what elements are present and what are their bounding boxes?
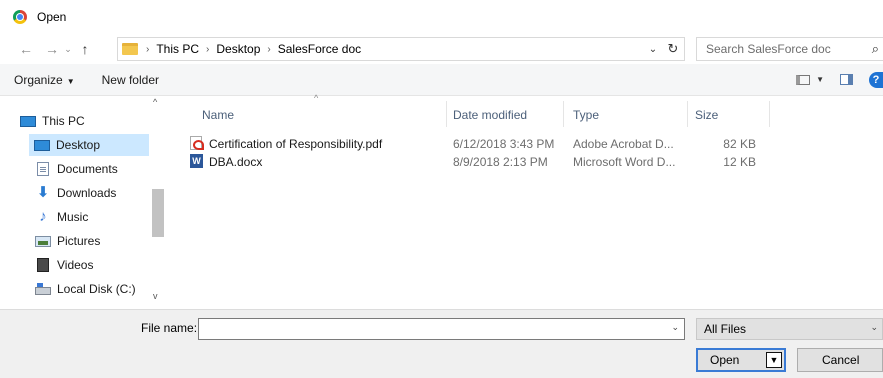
dialog-footer: File name: ⌄ All Files ⌄ Open ▼ Cancel bbox=[0, 309, 883, 378]
cancel-button[interactable]: Cancel bbox=[797, 348, 883, 372]
breadcrumb-salesforce-doc[interactable]: SalesForce doc bbox=[278, 42, 361, 56]
cancel-button-label: Cancel bbox=[822, 353, 860, 367]
search-box[interactable]: Search SalesForce doc ⌕ bbox=[696, 37, 883, 61]
breadcrumb-separator[interactable]: › bbox=[206, 44, 209, 55]
documents-icon bbox=[37, 162, 49, 176]
downloads-icon: ⬇ bbox=[36, 184, 50, 201]
view-options-caret-icon[interactable]: ▼ bbox=[816, 75, 824, 84]
sidebar-item-downloads[interactable]: ⬇ Downloads bbox=[35, 182, 167, 204]
sidebar-item-label: Pictures bbox=[57, 234, 101, 248]
column-header-type[interactable]: Type bbox=[573, 108, 599, 122]
sidebar-item-this-pc[interactable]: This PC bbox=[20, 110, 152, 132]
file-name: DBA.docx bbox=[209, 155, 263, 169]
scroll-down-arrow-icon[interactable]: v bbox=[153, 291, 158, 301]
new-folder-button[interactable]: New folder bbox=[102, 73, 159, 87]
column-divider[interactable] bbox=[687, 101, 688, 127]
file-name-dropdown-chevron-icon[interactable]: ⌄ bbox=[671, 322, 679, 333]
pictures-icon bbox=[35, 235, 51, 247]
breadcrumb-desktop[interactable]: Desktop bbox=[216, 42, 260, 56]
sidebar-item-label: Downloads bbox=[57, 186, 117, 200]
sidebar-item-label: Videos bbox=[57, 258, 94, 272]
file-size: 82 KB bbox=[723, 137, 756, 151]
sidebar-item-label: Local Disk (C:) bbox=[57, 282, 136, 296]
file-date: 6/12/2018 3:43 PM bbox=[453, 137, 555, 151]
file-row[interactable]: Certification of Responsibility.pdf 6/12… bbox=[184, 135, 784, 153]
back-arrow-icon[interactable]: ← bbox=[16, 41, 36, 57]
search-placeholder[interactable]: Search SalesForce doc bbox=[697, 42, 831, 56]
sidebar-item-label: Documents bbox=[57, 162, 118, 176]
music-icon: ♪ bbox=[39, 208, 47, 225]
desktop-icon bbox=[34, 139, 50, 151]
file-type-select[interactable]: All Files ⌄ bbox=[696, 318, 883, 340]
column-header-name[interactable]: Name bbox=[202, 108, 234, 122]
organize-caret-icon: ▼ bbox=[66, 76, 75, 86]
file-type: Microsoft Word D... bbox=[573, 155, 676, 169]
open-button[interactable]: Open ▼ bbox=[696, 348, 786, 372]
address-row: ← → ⌄ ↑ › This PC › Desktop › SalesForce… bbox=[0, 34, 883, 64]
pdf-file-icon bbox=[190, 136, 204, 150]
file-list: ^ Name Date modified Type Size Certifica… bbox=[166, 93, 883, 309]
file-name-combobox[interactable]: ⌄ bbox=[198, 318, 685, 340]
breadcrumb-separator: › bbox=[146, 43, 150, 55]
search-icon[interactable]: ⌕ bbox=[872, 41, 879, 57]
chrome-icon bbox=[13, 10, 27, 24]
scrollbar-thumb[interactable] bbox=[152, 189, 164, 237]
window-title: Open bbox=[37, 10, 67, 24]
sidebar-item-desktop[interactable]: Desktop bbox=[29, 134, 149, 156]
open-button-label: Open bbox=[710, 353, 740, 367]
open-options-caret-icon[interactable]: ▼ bbox=[766, 352, 782, 368]
scroll-up-arrow-icon[interactable]: ^ bbox=[153, 97, 157, 107]
file-name: Certification of Responsibility.pdf bbox=[209, 137, 383, 151]
column-divider[interactable] bbox=[563, 101, 564, 127]
refresh-icon[interactable]: ↻ bbox=[662, 41, 684, 57]
sidebar-item-label: This PC bbox=[42, 114, 85, 128]
sidebar-item-music[interactable]: ♪ Music bbox=[35, 206, 167, 228]
navigation-scrollbar[interactable]: ^ v bbox=[150, 97, 166, 309]
file-row[interactable]: W DBA.docx 8/9/2018 2:13 PM Microsoft Wo… bbox=[184, 153, 784, 171]
word-file-icon: W bbox=[190, 154, 203, 168]
sort-ascending-icon: ^ bbox=[314, 93, 319, 103]
change-view-icon[interactable] bbox=[796, 74, 811, 85]
address-bar[interactable]: › This PC › Desktop › SalesForce doc ⌄ ↻ bbox=[117, 37, 685, 61]
file-date: 8/9/2018 2:13 PM bbox=[453, 155, 548, 169]
file-name-input[interactable] bbox=[199, 319, 659, 339]
help-icon[interactable]: ? bbox=[869, 71, 883, 88]
sidebar-item-label: Desktop bbox=[56, 138, 101, 152]
sidebar-item-pictures[interactable]: Pictures bbox=[35, 230, 167, 252]
sidebar-item-local-disk[interactable]: Local Disk (C:) bbox=[35, 278, 167, 300]
address-dropdown-chevron-icon[interactable]: ⌄ bbox=[644, 44, 662, 55]
column-header-date-modified[interactable]: Date modified bbox=[453, 108, 527, 122]
command-toolbar: Organize ▼ New folder ▼ ? bbox=[0, 64, 883, 96]
videos-icon bbox=[37, 258, 49, 272]
file-type-value: All Files bbox=[704, 322, 747, 336]
column-header-size[interactable]: Size bbox=[695, 108, 718, 122]
computer-icon bbox=[20, 115, 36, 127]
file-size: 12 KB bbox=[723, 155, 756, 169]
forward-arrow-icon[interactable]: → bbox=[42, 41, 62, 57]
column-divider[interactable] bbox=[769, 101, 770, 127]
title-bar: Open bbox=[0, 0, 883, 34]
sidebar-item-documents[interactable]: Documents bbox=[35, 158, 167, 180]
file-type-dropdown-chevron-icon[interactable]: ⌄ bbox=[870, 322, 878, 333]
column-divider[interactable] bbox=[446, 101, 447, 127]
disk-icon bbox=[35, 283, 51, 295]
file-type: Adobe Acrobat D... bbox=[573, 137, 674, 151]
recent-locations-chevron-icon[interactable]: ⌄ bbox=[62, 44, 74, 55]
navigation-pane: This PC Desktop Documents ⬇ Downloads ♪ … bbox=[0, 97, 166, 309]
file-name-label: File name: bbox=[141, 321, 198, 335]
organize-label: Organize bbox=[14, 72, 63, 87]
breadcrumb-this-pc[interactable]: This PC bbox=[156, 42, 199, 56]
sidebar-item-label: Music bbox=[57, 210, 89, 224]
preview-pane-icon[interactable] bbox=[840, 74, 853, 85]
sidebar-item-videos[interactable]: Videos bbox=[35, 254, 167, 276]
breadcrumb-separator[interactable]: › bbox=[267, 44, 270, 55]
up-arrow-icon[interactable]: ↑ bbox=[74, 41, 96, 57]
organize-button[interactable]: Organize ▼ bbox=[14, 73, 75, 87]
folder-icon bbox=[122, 43, 138, 55]
